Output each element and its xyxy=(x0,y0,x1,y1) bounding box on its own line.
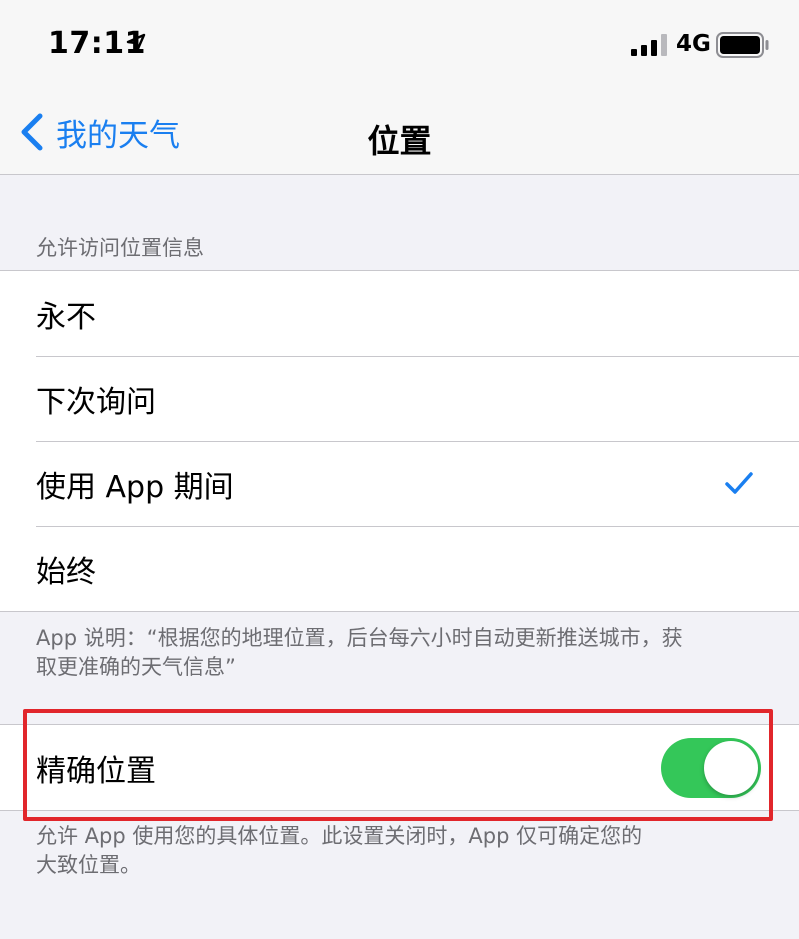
navigation-bar: 我的天气 位置 xyxy=(0,88,799,175)
signal-icon xyxy=(631,34,667,56)
option-always[interactable]: 始终 xyxy=(0,526,799,611)
location-arrow-icon xyxy=(126,33,146,53)
precise-location-row: 精确位置 xyxy=(0,725,799,810)
page-title: 位置 xyxy=(367,122,432,160)
app-explanation: App 说明：“根据您的地理位置，后台每六小时自动更新推送城市，获 取更准确的天… xyxy=(36,624,776,682)
network-type: 4G xyxy=(676,31,711,57)
precise-location-description-line-1: 允许 App 使用您的具体位置。此设置关闭时，App 仅可确定您的 xyxy=(36,824,643,848)
option-ask-next-time[interactable]: 下次询问 xyxy=(0,356,799,441)
app-explanation-line-2: 取更准确的天气信息” xyxy=(36,655,236,679)
option-label: 使用 App 期间 xyxy=(36,469,234,505)
precise-location-toggle[interactable] xyxy=(661,738,761,798)
status-bar: 17:11 4G xyxy=(0,0,799,88)
option-label: 永不 xyxy=(36,299,96,335)
battery-icon xyxy=(716,32,769,58)
settings-screen: 17:11 4G 我的天气 位置 允许访问位置信息 永不 下次询问 使用 App… xyxy=(0,0,799,939)
app-explanation-line-1: App 说明：“根据您的地理位置，后台每六小时自动更新推送城市，获 xyxy=(36,626,683,650)
checkmark-icon xyxy=(725,472,753,494)
precise-location-label: 精确位置 xyxy=(36,753,156,789)
option-while-using-app[interactable]: 使用 App 期间 xyxy=(0,441,799,526)
precise-location-description-line-2: 大致位置。 xyxy=(36,853,141,877)
option-label: 下次询问 xyxy=(36,384,156,420)
toggle-knob xyxy=(704,741,758,795)
section-header-location-access: 允许访问位置信息 xyxy=(36,236,204,260)
location-access-group: 永不 下次询问 使用 App 期间 始终 xyxy=(0,270,799,612)
option-label: 始终 xyxy=(36,554,96,590)
option-never[interactable]: 永不 xyxy=(0,271,799,356)
precise-location-description: 允许 App 使用您的具体位置。此设置关闭时，App 仅可确定您的 大致位置。 xyxy=(36,822,776,880)
precise-location-group: 精确位置 xyxy=(0,724,799,811)
